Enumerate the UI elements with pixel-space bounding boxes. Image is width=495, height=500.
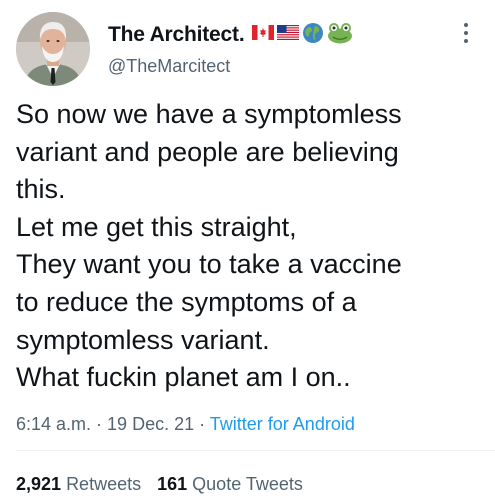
more-options-icon[interactable] [459, 20, 473, 46]
avatar[interactable] [16, 12, 90, 86]
name-row: The Architect. [108, 22, 353, 48]
tweet: The Architect. @TheMarcitect So now we h… [0, 0, 495, 500]
frog-icon [327, 22, 353, 49]
tweet-meta: 6:14 a.m. · 19 Dec. 21 · Twitter for And… [16, 414, 355, 435]
retweets-stat[interactable]: 2,921 Retweets [16, 474, 141, 494]
meta-separator: · [91, 414, 108, 434]
tweet-date[interactable]: 19 Dec. 21 [107, 414, 194, 434]
tweet-time[interactable]: 6:14 a.m. [16, 414, 91, 434]
tweet-stats: 2,921 Retweets 161 Quote Tweets [16, 474, 303, 495]
retweets-label: Retweets [66, 474, 142, 494]
tweet-text-line: to reduce the symptoms of a [16, 286, 357, 317]
tweet-source-link[interactable]: Twitter for Android [210, 414, 355, 434]
tweet-text-line: Let me get this straight, [16, 211, 297, 242]
quote-tweets-count: 161 [157, 474, 188, 494]
handle[interactable]: @TheMarcitect [108, 56, 230, 77]
flag-canada-icon [252, 25, 275, 45]
tweet-text-line: What fuckin planet am I on.. [16, 362, 351, 393]
flag-usa-icon [277, 25, 300, 45]
tweet-text-line: So now we have a symptomless [16, 99, 402, 129]
meta-separator: · [194, 414, 210, 434]
display-name[interactable]: The Architect. [108, 23, 245, 47]
tweet-text: So now we have a symptomless variant and… [16, 96, 486, 397]
globe-icon [302, 22, 324, 49]
quote-tweets-label: Quote Tweets [192, 474, 303, 494]
divider [16, 450, 495, 451]
tweet-text-line: variant and people are believing [16, 136, 399, 167]
tweet-text-line: symptomless variant. [16, 324, 270, 355]
tweet-text-line: They want you to take a vaccine [16, 249, 402, 280]
quote-tweets-stat[interactable]: 161 Quote Tweets [157, 474, 303, 494]
name-emojis [252, 22, 353, 49]
tweet-text-line: this. [16, 174, 66, 205]
retweets-count: 2,921 [16, 474, 62, 494]
